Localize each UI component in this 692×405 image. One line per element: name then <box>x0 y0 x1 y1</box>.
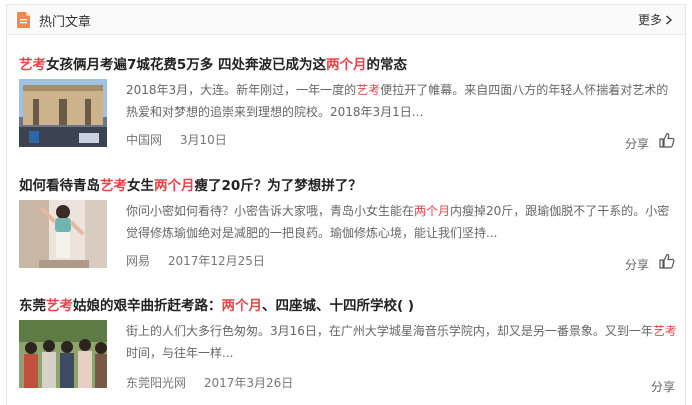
keyword-highlight: 两个月 <box>154 178 195 194</box>
article-date: 2017年3月26日 <box>203 376 294 390</box>
article-summary: 你问小密如何看待？小密告诉大家哦，青岛小女生能在两个月内瘦掉20斤，跟瑜伽脱不了… <box>126 200 678 244</box>
text-segment: 如何看待青岛 <box>19 178 100 194</box>
keyword-highlight: 两个月 <box>414 204 451 218</box>
article-source[interactable]: 网易 <box>126 254 150 268</box>
share-button[interactable]: 分享 <box>625 135 649 152</box>
text-segment: 你问小密如何看待？小密告诉大家哦，青岛小女生能在 <box>126 204 415 218</box>
article-item: 东莞艺考姑娘的艰辛曲折赶考路：两个月、四座城、十四所学校( ) 街上的人们大多行… <box>7 294 687 405</box>
article-item: 艺考女孩俩月考遍7城花费5万多 四处奔波已成为这两个月的常态 2018年3月，大… <box>7 53 687 173</box>
keyword-highlight: 艺考 <box>46 298 73 314</box>
article-date: 2017年12月25日 <box>167 254 265 268</box>
article-headline[interactable]: 东莞艺考姑娘的艰辛曲折赶考路：两个月、四座城、十四所学校( ) <box>19 294 414 314</box>
keyword-highlight: 两个月 <box>221 298 263 314</box>
text-segment: 街上的人们大多行色匆匆。3月16日，在广州大学城星海音乐学院内，却又是另一番景象… <box>126 324 653 338</box>
article-source[interactable]: 东莞阳光网 <box>126 376 186 390</box>
article-item: 如何看待青岛艺考女生两个月瘦了20斤？为了梦想拼了？ 你问小密如何看待？小密告诉… <box>7 174 687 294</box>
article-headline[interactable]: 艺考女孩俩月考遍7城花费5万多 四处奔波已成为这两个月的常态 <box>19 53 407 73</box>
share-button[interactable]: 分享 <box>625 256 649 273</box>
article-date: 3月10日 <box>179 133 227 147</box>
share-button[interactable]: 分享 <box>651 378 675 395</box>
text-segment: 女生 <box>127 178 154 194</box>
thumbs-up-icon[interactable] <box>659 132 675 148</box>
yoga-girl-image[interactable] <box>19 200 107 268</box>
school-gate-image[interactable] <box>19 79 107 147</box>
crowd-image[interactable] <box>19 320 107 388</box>
article-thumbnail[interactable] <box>19 320 107 388</box>
more-link[interactable]: 更多 <box>638 11 673 28</box>
keyword-highlight: 艺考 <box>356 83 381 97</box>
hot-articles-panel: 热门文章 更多 艺考女孩俩月考遍7城花费5万多 四处奔波已成为这两个月的常态 2… <box>6 4 686 405</box>
keyword-highlight: 艺考 <box>100 178 127 194</box>
article-source[interactable]: 中国网 <box>126 133 162 147</box>
thumbs-up-icon[interactable] <box>659 253 675 269</box>
panel-title: 热门文章 <box>39 15 92 30</box>
text-segment: 姑娘的艰辛曲折赶考路： <box>73 298 222 314</box>
article-summary: 街上的人们大多行色匆匆。3月16日，在广州大学城星海音乐学院内，却又是另一番景象… <box>126 320 678 364</box>
text-segment: 的常态 <box>366 57 408 73</box>
text-segment: 女孩俩月考遍7城花费5万多 四处奔波已成为这 <box>46 57 326 73</box>
article-meta: 东莞阳光网 2017年3月26日 <box>126 374 293 391</box>
article-meta: 中国网 3月10日 <box>126 131 227 148</box>
chevron-right-icon[interactable] <box>665 14 673 25</box>
keyword-highlight: 两个月 <box>326 57 367 73</box>
document-icon <box>17 12 30 28</box>
panel-header: 热门文章 更多 <box>7 5 685 35</box>
text-segment: 时间，与往年一样... <box>126 346 234 360</box>
text-segment: 2018年3月，大连。新年刚过，一年一度的 <box>126 83 357 97</box>
more-label[interactable]: 更多 <box>638 11 662 28</box>
article-summary: 2018年3月，大连。新年刚过，一年一度的艺考便拉开了帷幕。来自四面八方的年轻人… <box>126 79 678 123</box>
keyword-highlight: 艺考 <box>652 324 677 338</box>
keyword-highlight: 艺考 <box>19 57 46 73</box>
article-thumbnail[interactable] <box>19 200 107 268</box>
article-meta: 网易 2017年12月25日 <box>126 252 265 269</box>
text-segment: 、四座城、十四所学校( ) <box>262 298 415 314</box>
article-headline[interactable]: 如何看待青岛艺考女生两个月瘦了20斤？为了梦想拼了？ <box>19 174 362 194</box>
text-segment: 东莞 <box>19 298 46 314</box>
article-thumbnail[interactable] <box>19 79 107 147</box>
text-segment: 瘦了20斤？为了梦想拼了？ <box>194 178 362 194</box>
